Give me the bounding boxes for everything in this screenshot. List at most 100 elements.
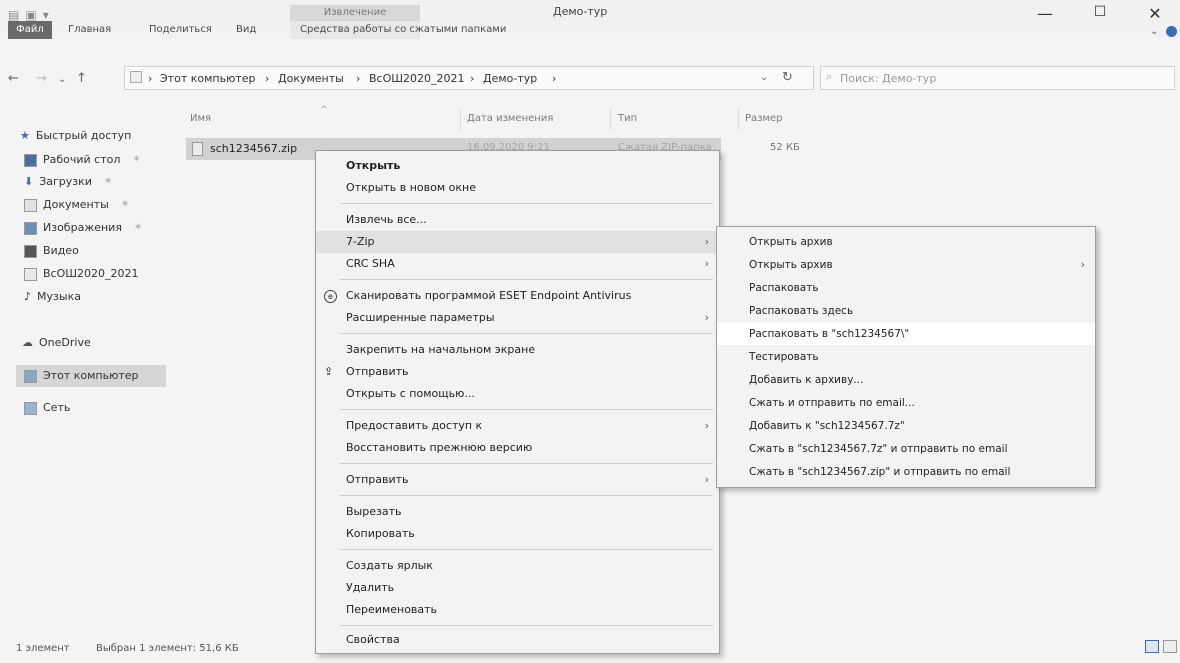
- menu-item-copy[interactable]: Копировать: [316, 523, 719, 545]
- menu-item-crc-sha[interactable]: CRC SHA ›: [316, 253, 719, 275]
- menu-item-open[interactable]: Открыть: [316, 155, 719, 177]
- computer-icon: [24, 369, 37, 383]
- breadcrumb-documents[interactable]: Документы: [278, 72, 344, 85]
- quick-access-toolbar: ▤ ▣ ▾: [8, 8, 49, 22]
- menu-item-rename[interactable]: Переименовать: [316, 599, 719, 621]
- column-header-name[interactable]: Имя: [190, 113, 211, 124]
- menu-item-pin-start[interactable]: Закрепить на начальном экране: [316, 339, 719, 361]
- sidebar-item-downloads[interactable]: ⬇ Загрузки ✶: [24, 172, 112, 192]
- maximize-button[interactable]: ☐: [1085, 4, 1115, 20]
- tab-compressed-tools[interactable]: Средства работы со сжатыми папками: [300, 22, 506, 38]
- search-placeholder: Поиск: Демо-тур: [840, 72, 937, 85]
- sidebar-item-onedrive[interactable]: ☁ OneDrive: [22, 333, 91, 353]
- details-view-icon[interactable]: [1145, 640, 1159, 653]
- network-icon: [24, 401, 37, 415]
- music-icon: ♪: [24, 290, 32, 303]
- sidebar-item-desktop[interactable]: Рабочий стол ✶: [24, 150, 141, 170]
- pictures-icon: [24, 221, 37, 235]
- submenu-item-test[interactable]: Тестировать: [717, 346, 1095, 368]
- menu-item-open-new-window[interactable]: Открыть в новом окне: [316, 177, 719, 199]
- chevron-right-icon: ›: [1080, 259, 1085, 271]
- desktop-icon: [24, 153, 37, 167]
- menu-item-create-shortcut[interactable]: Создать ярлык: [316, 555, 719, 577]
- submenu-item-compress-zip-email[interactable]: Сжать в "sch1234567.zip" и отправить по …: [717, 461, 1095, 483]
- submenu-item-extract-here[interactable]: Распаковать здесь: [717, 300, 1095, 322]
- chevron-right-icon: ›: [704, 235, 709, 248]
- pin-icon[interactable]: ✶: [121, 195, 129, 215]
- pin-icon[interactable]: ✶: [104, 172, 112, 192]
- file-size: 52 КБ: [770, 142, 800, 153]
- up-icon[interactable]: ↑: [76, 71, 87, 86]
- sidebar-item-music[interactable]: ♪ Музыка: [24, 287, 81, 307]
- menu-item-7zip[interactable]: 7-Zip ›: [316, 231, 719, 253]
- submenu-item-add-to-7z[interactable]: Добавить к "sch1234567.7z": [717, 415, 1095, 437]
- cloud-icon: ☁: [22, 336, 33, 349]
- breadcrumb-vsosh[interactable]: ВсОШ2020_2021: [369, 72, 465, 85]
- back-icon[interactable]: ←: [8, 71, 19, 86]
- menu-item-open-with[interactable]: Открыть с помощью...: [316, 383, 719, 405]
- properties-icon[interactable]: ▤: [8, 8, 19, 22]
- file-name: sch1234567.zip: [210, 142, 298, 155]
- breadcrumb-demo-tour[interactable]: Демо-тур: [483, 72, 537, 85]
- close-button[interactable]: ✕: [1140, 4, 1170, 23]
- sidebar-item-vsosh[interactable]: ВсОШ2020_2021: [24, 264, 139, 284]
- sidebar-item-this-pc[interactable]: Этот компьютер: [24, 366, 139, 386]
- menu-item-extract-all[interactable]: Извлечь все...: [316, 209, 719, 231]
- context-menu: Открыть Открыть в новом окне Извлечь все…: [315, 150, 720, 654]
- submenu-7zip: Открыть архив Открыть архив › Распаковать…: [716, 226, 1096, 488]
- chevron-right-icon: ›: [704, 419, 709, 432]
- folder-icon: [24, 267, 37, 281]
- submenu-item-open-archive[interactable]: Открыть архив: [717, 231, 1095, 253]
- column-header-date[interactable]: Дата изменения: [467, 113, 553, 124]
- submenu-item-add-to-archive[interactable]: Добавить к архиву...: [717, 369, 1095, 391]
- submenu-item-compress-email[interactable]: Сжать и отправить по email...: [717, 392, 1095, 414]
- chevron-right-icon: ›: [704, 473, 709, 486]
- column-header-type[interactable]: Тип: [618, 113, 637, 124]
- eset-icon: e: [324, 290, 337, 303]
- tab-file[interactable]: Файл: [8, 21, 52, 39]
- share-icon: ⇪: [324, 365, 334, 378]
- recent-locations-icon[interactable]: ⌄: [58, 74, 66, 85]
- sidebar-item-quick-access[interactable]: ★ Быстрый доступ: [20, 126, 131, 146]
- help-icon[interactable]: [1166, 26, 1177, 37]
- status-selection: Выбран 1 элемент: 51,6 КБ: [96, 643, 239, 654]
- menu-item-eset-scan[interactable]: e Сканировать программой ESET Endpoint An…: [316, 285, 719, 307]
- sidebar-item-network[interactable]: Сеть: [24, 398, 70, 418]
- tab-share[interactable]: Поделиться: [149, 22, 212, 38]
- forward-icon[interactable]: →: [36, 71, 47, 86]
- pin-icon[interactable]: ✶: [132, 150, 140, 170]
- qat-dropdown-icon[interactable]: ▾: [43, 8, 49, 22]
- menu-item-give-access[interactable]: Предоставить доступ к ›: [316, 415, 719, 437]
- tab-view[interactable]: Вид: [236, 22, 256, 38]
- column-header-size[interactable]: Размер: [745, 113, 783, 124]
- submenu-item-compress-7z-email[interactable]: Сжать в "sch1234567.7z" и отправить по e…: [717, 438, 1095, 460]
- zip-file-icon: [192, 142, 203, 156]
- menu-item-send-to[interactable]: Отправить ›: [316, 469, 719, 491]
- address-dropdown-icon[interactable]: ⌄: [760, 72, 768, 83]
- refresh-icon[interactable]: ↻: [782, 70, 793, 85]
- menu-item-restore-version[interactable]: Восстановить прежнюю версию: [316, 437, 719, 459]
- large-icons-view-icon[interactable]: [1163, 640, 1177, 653]
- contextual-tool-group: Извлечение: [290, 5, 420, 21]
- breadcrumb-this-pc[interactable]: Этот компьютер: [160, 72, 256, 85]
- ribbon-expand-icon[interactable]: ⌄: [1150, 26, 1158, 37]
- download-icon: ⬇: [24, 175, 34, 188]
- sidebar-item-video[interactable]: Видео: [24, 241, 79, 261]
- tab-home[interactable]: Главная: [68, 22, 111, 38]
- submenu-item-extract-to-folder[interactable]: Распаковать в "sch1234567\": [717, 323, 1095, 345]
- minimize-button[interactable]: —: [1030, 4, 1060, 23]
- sidebar-item-documents[interactable]: Документы ✶: [24, 195, 129, 215]
- chevron-right-icon: ›: [704, 257, 709, 270]
- submenu-item-extract[interactable]: Распаковать: [717, 277, 1095, 299]
- menu-item-properties[interactable]: Свойства: [316, 629, 719, 651]
- new-folder-icon[interactable]: ▣: [25, 8, 36, 22]
- menu-item-share[interactable]: ⇪ Отправить: [316, 361, 719, 383]
- video-icon: [24, 244, 37, 258]
- sidebar-item-pictures[interactable]: Изображения ✶: [24, 218, 142, 238]
- search-icon: ⌕: [826, 70, 833, 83]
- pin-icon[interactable]: ✶: [134, 218, 142, 238]
- menu-item-cut[interactable]: Вырезать: [316, 501, 719, 523]
- submenu-item-open-archive-more[interactable]: Открыть архив ›: [717, 254, 1095, 276]
- menu-item-delete[interactable]: Удалить: [316, 577, 719, 599]
- menu-item-advanced[interactable]: Расширенные параметры ›: [316, 307, 719, 329]
